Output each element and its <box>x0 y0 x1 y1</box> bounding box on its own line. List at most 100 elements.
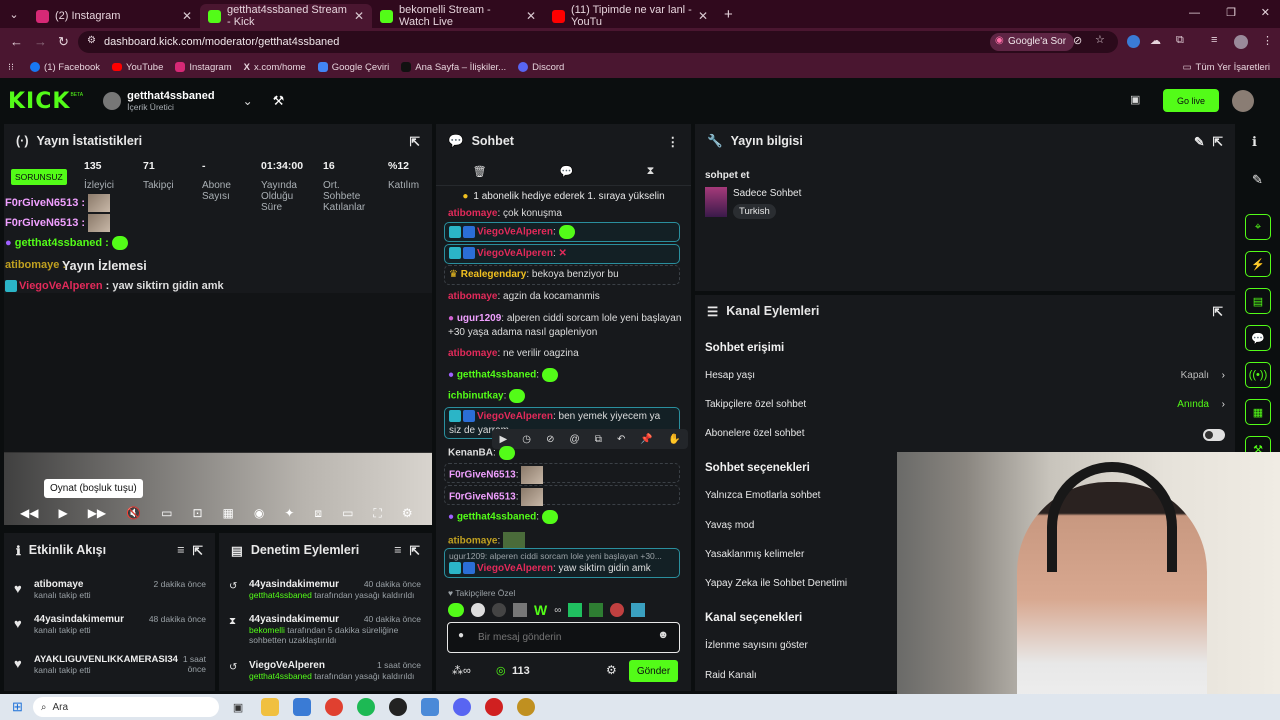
camera-icon[interactable]: ▣ <box>1130 93 1140 106</box>
bookmark-relations[interactable]: Ana Sayfa – İlişkiler... <box>401 62 506 73</box>
screenshot-icon[interactable]: ▦ <box>223 506 234 520</box>
site-info-icon[interactable]: ⚙ <box>87 35 96 46</box>
menu-icon[interactable]: ≡ <box>1211 34 1217 46</box>
bookmark-x[interactable]: Xx.com/home <box>244 62 306 73</box>
hand-icon[interactable]: ✋ <box>668 434 680 445</box>
chat-username[interactable]: ichbinutkay <box>448 391 504 402</box>
extension-icon[interactable]: ☁ <box>1150 34 1161 47</box>
chat-username[interactable]: ViegoVeAlperen <box>477 563 553 574</box>
chat-username[interactable]: getthat4ssbaned <box>457 370 536 381</box>
play-icon[interactable]: ▶ <box>500 434 508 445</box>
timeout-icon[interactable]: ◷ <box>522 434 531 445</box>
copy-icon[interactable]: ⧉ <box>595 434 602 445</box>
message-icon[interactable]: 💬 <box>560 165 574 178</box>
taskbar-app-icon[interactable] <box>389 698 408 716</box>
moderator-name[interactable]: getthat4ssbaned <box>249 671 312 681</box>
extensions-icon[interactable]: ⧉ <box>1176 34 1184 47</box>
emoji-icon[interactable]: ☻ <box>657 629 669 641</box>
tab-kick-stream[interactable]: getthat4ssbaned Stream - Kick ✕ <box>200 4 372 28</box>
emote-image[interactable] <box>568 603 583 617</box>
chat-username[interactable]: atibomaye <box>448 291 497 302</box>
reply-icon[interactable]: ↶ <box>617 434 625 445</box>
tab-instagram[interactable]: (2) Instagram ✕ <box>28 4 200 28</box>
google-ask-button[interactable]: ◉ Google'a Sor <box>990 33 1075 51</box>
chat-username[interactable]: atibomaye <box>448 348 497 359</box>
forward-icon[interactable]: ▶▶ <box>88 506 106 520</box>
windows-start-icon[interactable]: ⊞ <box>12 699 23 715</box>
hourglass-icon[interactable]: ⧗ <box>647 165 655 178</box>
close-tab-icon[interactable]: ✕ <box>698 9 708 23</box>
chat-username[interactable]: Realegendary <box>461 269 527 280</box>
mute-icon[interactable]: 🔇 <box>126 506 141 520</box>
emote-image[interactable] <box>610 603 625 617</box>
more-icon[interactable]: ⋮ <box>667 134 680 149</box>
pin-icon[interactable]: 📌 <box>640 434 652 445</box>
raid-setting[interactable]: Raid Kanalı <box>705 670 757 681</box>
task-view-icon[interactable]: ▣ <box>233 701 243 714</box>
chat-username[interactable]: F0rGiveN6513 <box>449 470 516 481</box>
ban-icon[interactable]: ⊘ <box>546 434 554 445</box>
theater-icon[interactable]: ▭ <box>342 506 353 520</box>
tab-search-icon[interactable]: ⌄ <box>0 8 28 21</box>
taskbar-app-icon[interactable] <box>421 698 440 716</box>
tool-button-broadcast[interactable]: ((•)) <box>1245 362 1271 388</box>
emote-image[interactable]: W <box>534 602 547 618</box>
expand-icon[interactable]: ⇱ <box>410 134 420 149</box>
banned-words-setting[interactable]: Yasaklanmış kelimeler <box>705 549 804 560</box>
tool-button-chat[interactable]: 💬 <box>1245 325 1271 351</box>
chat-username[interactable]: ViegoVeAlperen <box>477 411 553 422</box>
camera-icon[interactable]: ▭ <box>161 506 172 520</box>
users-icon[interactable]: ⁂∞ <box>452 664 471 677</box>
emotes-only-setting[interactable]: Yalnızca Emotlarla sohbet <box>705 490 820 501</box>
effects-icon[interactable]: ✦ <box>284 506 294 520</box>
category-name[interactable]: Sadece Sohbet <box>733 188 801 199</box>
emote-image[interactable] <box>631 603 646 617</box>
edit-icon[interactable]: ✎ <box>1252 172 1263 188</box>
star-icon[interactable]: ☆ <box>1095 33 1105 46</box>
moderator-name[interactable]: getthat4ssbaned <box>249 590 312 600</box>
expand-icon[interactable]: ⇱ <box>1213 304 1223 319</box>
chat-input[interactable] <box>478 629 648 645</box>
emote-image[interactable] <box>448 603 464 617</box>
show-views-setting[interactable]: İzlenme sayısını göster <box>705 640 808 651</box>
chat-username[interactable]: ViegoVeAlperen <box>477 227 553 238</box>
chat-username[interactable]: F0rGiveN6513 <box>449 492 516 503</box>
chat-input-box[interactable]: ● ☻ <box>447 622 680 653</box>
discord-icon[interactable] <box>453 698 472 716</box>
taskbar-app-icon[interactable] <box>293 698 312 716</box>
chat-username[interactable]: ViegoVeAlperen <box>477 248 553 259</box>
pinned-gift-banner[interactable]: ● 1 abonelik hediye ederek 1. sıraya yüks… <box>436 186 691 206</box>
fullscreen-icon[interactable]: ⛶ <box>373 506 381 521</box>
hammer-icon[interactable]: ⚒ <box>273 93 285 109</box>
forward-icon[interactable]: → <box>34 34 47 49</box>
go-live-button[interactable]: Go live <box>1163 89 1219 112</box>
bookmark-instagram[interactable]: Instagram <box>175 62 232 73</box>
chat-username[interactable]: ugur1209 <box>457 313 501 324</box>
eye-off-icon[interactable]: ⊘ <box>1073 34 1082 47</box>
new-tab-icon[interactable]: + <box>724 6 733 23</box>
chat-username[interactable]: KenanBA <box>448 448 493 459</box>
close-window-icon[interactable]: ✕ <box>1261 6 1270 19</box>
moderator-name[interactable]: bekomelli <box>249 625 285 635</box>
tool-button-layout[interactable]: ▦ <box>1245 399 1271 425</box>
chrome-icon[interactable] <box>325 698 344 716</box>
back-icon[interactable]: ← <box>10 34 23 49</box>
taskbar-app-icon[interactable] <box>485 698 504 716</box>
filter-icon[interactable]: ≡ <box>394 543 401 557</box>
spotify-icon[interactable] <box>357 698 376 716</box>
chat-settings-icon[interactable]: ⚙ <box>606 663 617 677</box>
chat-username[interactable]: atibomaye <box>448 208 497 219</box>
expand-icon[interactable]: ⇱ <box>410 543 420 558</box>
emote-image[interactable] <box>589 603 604 617</box>
channel-avatar[interactable] <box>103 92 122 110</box>
taskbar-app-icon[interactable] <box>517 698 536 716</box>
tab-bekomelli-stream[interactable]: bekomelli Stream - Watch Live ✕ <box>372 4 544 28</box>
ai-moderation-setting[interactable]: Yapay Zeka ile Sohbet Denetimi <box>705 578 847 589</box>
bookmark-youtube[interactable]: YouTube <box>112 62 163 73</box>
chat-username[interactable]: atibomaye <box>448 536 497 547</box>
maximize-icon[interactable]: ❐ <box>1226 6 1236 19</box>
edit-icon[interactable]: ✎ <box>1194 134 1204 149</box>
address-bar[interactable]: ⚙ dashboard.kick.com/moderator/getthat4s… <box>78 31 1118 53</box>
tool-button-notes[interactable]: ▤ <box>1245 288 1271 314</box>
emote-image[interactable] <box>513 603 527 617</box>
